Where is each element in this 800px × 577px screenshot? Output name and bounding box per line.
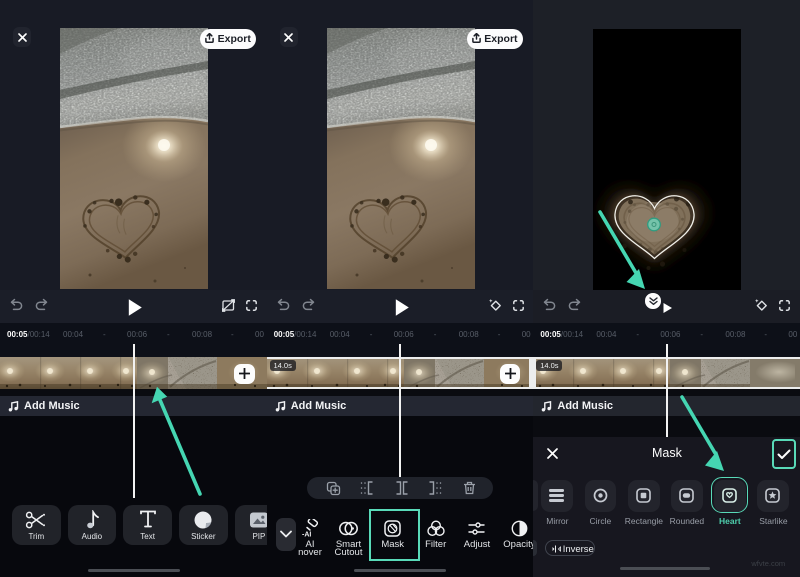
svg-text:-AI: -AI <box>302 532 311 539</box>
